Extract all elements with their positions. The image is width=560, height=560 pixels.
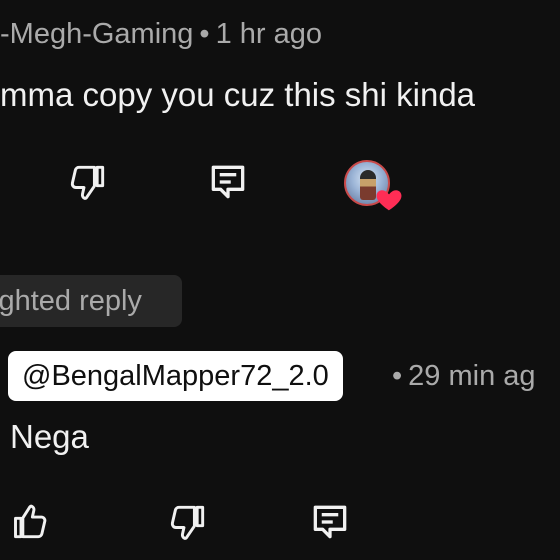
comment-reply-icon <box>313 505 347 539</box>
comment-time[interactable]: 1 hr ago <box>216 18 322 50</box>
meta-separator: • <box>392 360 403 392</box>
highlighted-reply-label: ighted reply <box>0 284 142 317</box>
reply-button[interactable] <box>302 494 358 550</box>
highlighted-reply-badge: ighted reply <box>0 275 182 327</box>
comment-author[interactable]: -Megh-Gaming <box>0 18 193 50</box>
reply-author[interactable]: @BengalMapper72_2.0 <box>8 351 343 401</box>
dislike-button[interactable] <box>160 494 216 550</box>
meta-separator: • <box>199 18 210 50</box>
thumbs-up-icon <box>14 504 47 539</box>
reply-button[interactable] <box>200 154 256 210</box>
comment-reply-icon <box>211 165 245 199</box>
comment-meta: -Megh-Gaming • 1 hr ago <box>0 18 322 51</box>
thumbs-down-icon <box>170 505 205 540</box>
heart-icon <box>376 190 402 211</box>
like-button[interactable] <box>4 494 60 550</box>
reply-text: Nega <box>10 418 89 455</box>
reply-time[interactable]: 29 min ag <box>408 360 535 392</box>
thumbs-down-icon <box>70 165 105 200</box>
reply-meta: • 29 min ag <box>392 360 536 393</box>
dislike-button[interactable] <box>60 154 116 210</box>
comment-text: mma copy you cuz this shi kinda <box>0 76 476 113</box>
